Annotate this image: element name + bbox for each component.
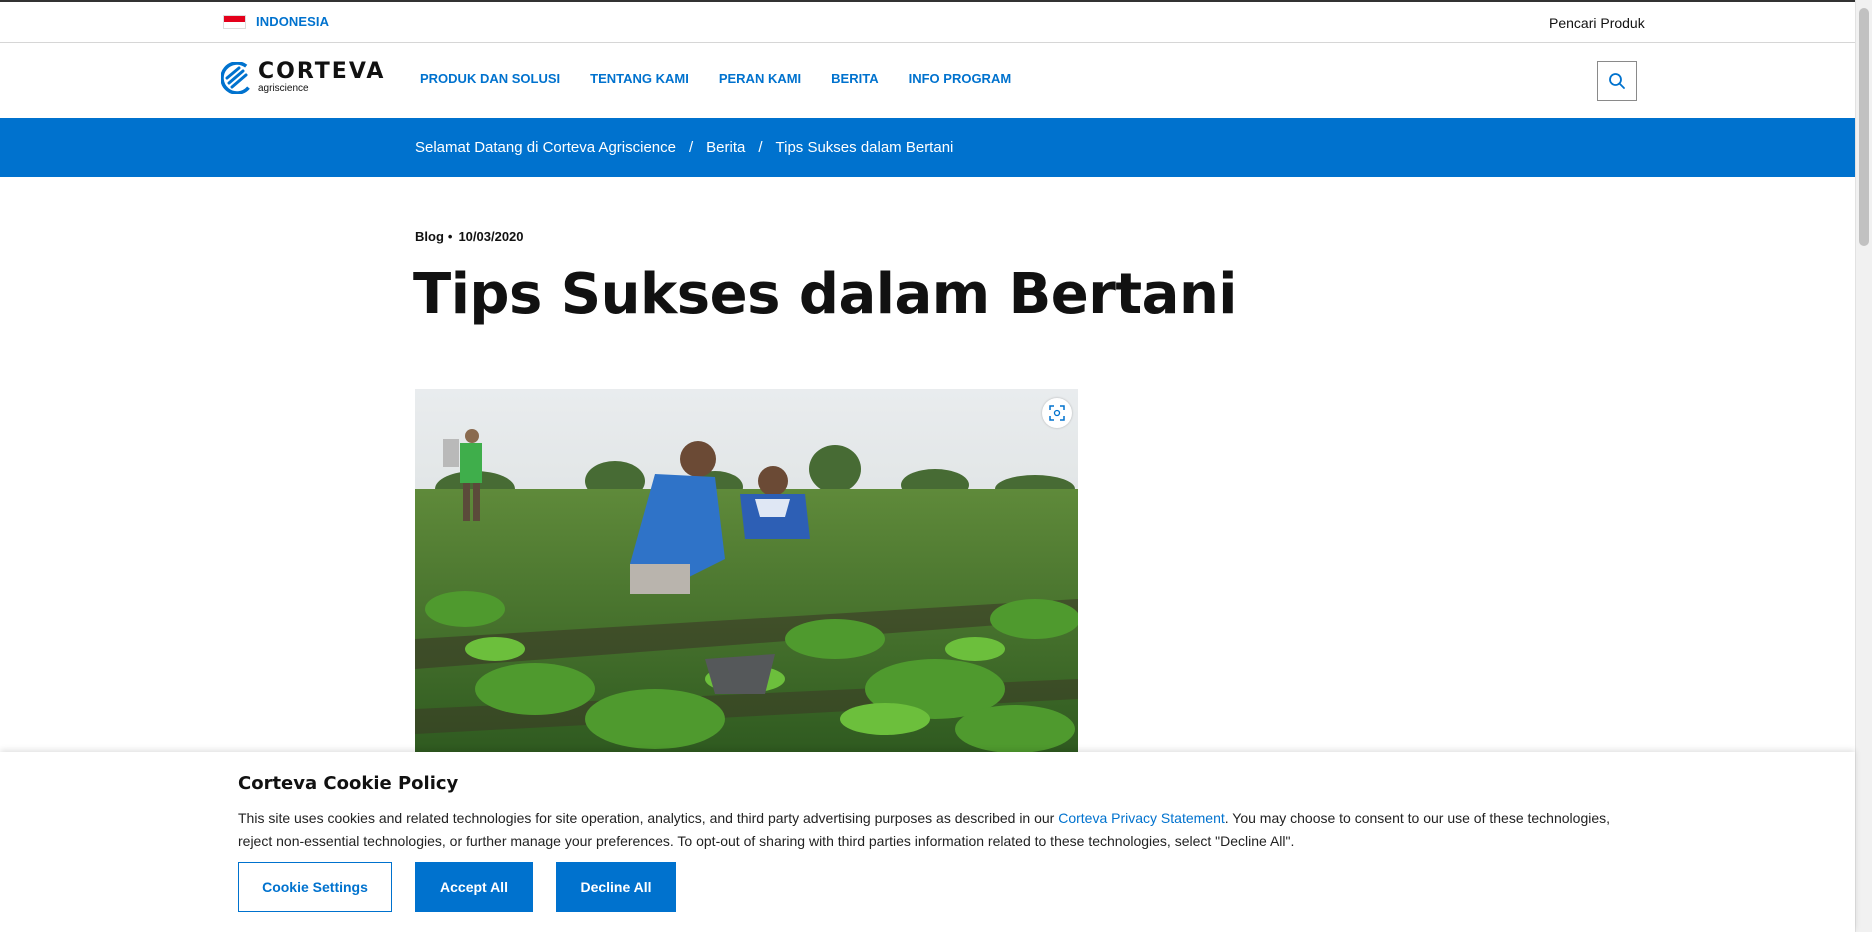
logo-wordmark: CORTEVA [258, 59, 386, 84]
nav-item-berita[interactable]: BERITA [831, 71, 878, 86]
decline-all-button[interactable]: Decline All [556, 862, 676, 912]
corteva-logo[interactable]: CORTEVA agriscience [221, 61, 385, 94]
country-label: INDONESIA [256, 14, 330, 29]
country-selector[interactable]: INDONESIA [223, 14, 329, 29]
expand-image-icon [1049, 405, 1065, 421]
logo-tagline: agriscience [258, 83, 309, 94]
cookie-text-part: This site uses cookies and related techn… [238, 810, 1059, 826]
corteva-logo-icon [221, 61, 253, 94]
search-button[interactable] [1597, 61, 1637, 101]
product-finder-link[interactable]: Pencari Produk [1549, 15, 1645, 31]
nav-item-produk-dan-solusi[interactable]: PRODUK DAN SOLUSI [420, 71, 560, 86]
nav-item-tentang-kami[interactable]: TENTANG KAMI [590, 71, 689, 86]
cookie-banner: Corteva Cookie Policy This site uses coo… [0, 752, 1855, 932]
article-hero-image [415, 389, 1078, 752]
privacy-statement-link[interactable]: Corteva Privacy Statement [1058, 810, 1225, 826]
page-title: Tips Sukses dalam Bertani [413, 262, 1238, 327]
search-icon [1609, 73, 1625, 89]
breadcrumb-bar: Selamat Datang di Corteva Agriscience / … [0, 118, 1855, 177]
meta-separator: • [447, 229, 453, 244]
primary-nav: PRODUK DAN SOLUSI TENTANG KAMI PERAN KAM… [420, 71, 1041, 86]
page-scrollbar[interactable] [1855, 0, 1872, 932]
article-date: 10/03/2020 [458, 229, 524, 244]
indonesia-flag-icon [223, 14, 246, 29]
utility-bar: INDONESIA Pencari Produk [0, 2, 1855, 43]
cookie-description: This site uses cookies and related techn… [238, 807, 1618, 853]
breadcrumb-home[interactable]: Selamat Datang di Corteva Agriscience [415, 139, 676, 156]
cookie-title: Corteva Cookie Policy [238, 773, 459, 794]
expand-image-button[interactable] [1042, 398, 1072, 428]
scrollbar-thumb[interactable] [1859, 8, 1869, 246]
article-category: Blog [415, 229, 444, 244]
breadcrumb-current: Tips Sukses dalam Bertani [775, 139, 954, 156]
breadcrumb: Selamat Datang di Corteva Agriscience / … [415, 139, 953, 156]
breadcrumb-berita[interactable]: Berita [706, 139, 745, 156]
breadcrumb-separator: / [758, 139, 763, 156]
cookie-settings-button[interactable]: Cookie Settings [238, 862, 392, 912]
accept-all-button[interactable]: Accept All [415, 862, 533, 912]
nav-item-peran-kami[interactable]: PERAN KAMI [719, 71, 801, 86]
main-navigation: CORTEVA agriscience PRODUK DAN SOLUSI TE… [0, 43, 1855, 118]
breadcrumb-separator: / [688, 139, 694, 156]
nav-item-info-program[interactable]: INFO PROGRAM [909, 71, 1012, 86]
article-meta: Blog • 10/03/2020 [415, 229, 524, 244]
